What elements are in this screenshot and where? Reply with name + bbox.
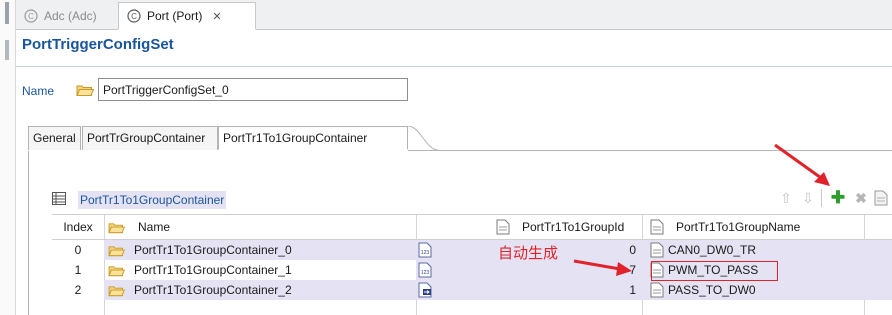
column-header-id[interactable]: PortTr1To1GroupId — [496, 215, 642, 239]
tab-port[interactable]: C Port (Port) ✕ — [118, 2, 256, 30]
row-group-name-cell[interactable]: CAN0_DW0_TR — [650, 240, 864, 260]
form-tab-bar: General PortTrGroupContainer PortTr1To1G… — [28, 126, 892, 151]
tab-adc[interactable]: C Adc (Adc) — [16, 2, 116, 30]
tab-port-tr1to1-group-container[interactable]: PortTr1To1GroupContainer — [218, 126, 408, 150]
svg-text:123: 123 — [421, 270, 430, 276]
tab-label: Adc (Adc) — [44, 9, 97, 23]
numeric-icon: 123 — [418, 240, 434, 260]
row-name: PortTr1To1GroupContainer_2 — [134, 283, 292, 297]
folder-icon — [108, 222, 125, 233]
name-label: Name — [22, 84, 55, 98]
column-header-name[interactable]: Name — [108, 215, 408, 239]
tab-port-tr-group-container[interactable]: PortTrGroupContainer — [82, 126, 218, 150]
annotation-arrow — [774, 143, 830, 186]
document-icon — [496, 219, 510, 235]
table-icon — [52, 192, 66, 205]
linked-icon — [418, 280, 434, 300]
row-name-cell[interactable]: PortTr1To1GroupContainer_1 — [108, 260, 408, 280]
tab-corner — [408, 126, 438, 151]
move-up-icon[interactable]: ⇧ — [776, 188, 796, 208]
row-index: 2 — [74, 283, 82, 297]
scroll-marker — [5, 40, 9, 60]
tab-label: Port (Port) — [147, 9, 203, 23]
row-name-cell[interactable]: PortTr1To1GroupContainer_2 — [108, 280, 408, 300]
add-icon[interactable]: ✚ — [828, 188, 848, 208]
column-header-label: PortTr1To1GroupId — [522, 220, 625, 234]
document-icon — [650, 219, 664, 235]
page-title: PortTriggerConfigSet — [22, 36, 174, 53]
svg-text:C: C — [131, 12, 137, 21]
annotation-arrow — [573, 259, 632, 276]
annotation-highlight-box — [651, 261, 778, 281]
move-down-icon[interactable]: ⇩ — [798, 188, 818, 208]
component-icon: C — [24, 9, 38, 23]
section-title: PortTr1To1GroupContainer — [78, 191, 227, 209]
row-name: PortTr1To1GroupContainer_1 — [134, 263, 292, 277]
folder-icon — [108, 285, 125, 296]
scroll-marker — [5, 2, 9, 24]
editor-tab-bar: C Adc (Adc) C Port (Port) ✕ — [16, 0, 892, 30]
folder-icon — [108, 265, 125, 276]
toolbar-separator — [821, 189, 822, 207]
row-group-name: CAN0_DW0_TR — [668, 243, 757, 257]
row-id[interactable]: 1 — [592, 280, 636, 300]
column-header-index[interactable]: Index — [52, 215, 104, 239]
svg-text:C: C — [28, 12, 34, 21]
name-input[interactable] — [98, 78, 408, 101]
close-icon[interactable]: ✕ — [212, 10, 221, 23]
folder-icon — [76, 85, 94, 96]
svg-text:123: 123 — [421, 250, 430, 256]
column-header-group-name[interactable]: PortTr1To1GroupName — [650, 215, 864, 239]
row-name: PortTr1To1GroupContainer_0 — [134, 243, 292, 257]
document-icon — [650, 282, 664, 298]
row-name-cell[interactable]: PortTr1To1GroupContainer_0 — [108, 240, 408, 260]
row-group-name-cell[interactable]: PASS_TO_DW0 — [650, 280, 864, 300]
divider — [16, 66, 892, 67]
document-icon — [650, 242, 664, 258]
annotation-text: 自动生成 — [498, 245, 559, 262]
table-row[interactable]: 2 PortTr1To1GroupContainer_2 1 PASS_TO_D… — [52, 280, 892, 300]
left-panel-edge — [0, 0, 16, 315]
delete-icon[interactable]: ✖ — [851, 188, 871, 208]
numeric-icon: 123 — [418, 260, 434, 280]
component-icon: C — [127, 9, 141, 23]
document-icon[interactable] — [874, 190, 888, 206]
row-group-name: PASS_TO_DW0 — [668, 283, 756, 297]
column-header-label: Name — [138, 220, 171, 234]
row-index: 1 — [74, 263, 82, 277]
table-row[interactable]: 0 PortTr1To1GroupContainer_0 123 0 CAN0_… — [52, 240, 892, 260]
table-header: Index Name PortTr1To1GroupId PortTr1To1G… — [52, 214, 892, 240]
folder-icon — [108, 245, 125, 256]
tab-general[interactable]: General — [28, 126, 81, 150]
row-index: 0 — [74, 243, 82, 257]
column-header-label: PortTr1To1GroupName — [676, 220, 801, 234]
panel-border — [28, 151, 29, 315]
